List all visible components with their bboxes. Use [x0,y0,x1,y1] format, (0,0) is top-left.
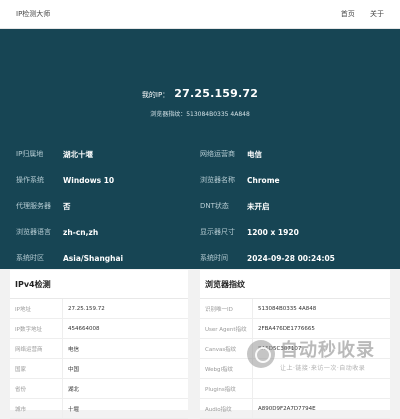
table-key: Webgl指纹 [200,358,253,379]
info-value: Asia/Shanghai [63,253,124,263]
fingerprint-line: 浏览器指纹：513084B0335 4A848 [150,111,250,118]
info-row: 代理服务器 否 DNT状态 未开启 [16,193,384,219]
info-cell: 浏览器名称 Chrome [200,175,384,185]
info-key: IP归属地 [16,150,44,158]
watermark-logo-icon [247,340,275,368]
table-value: 电信 [62,338,188,359]
info-value: Chrome [247,175,280,185]
table-value: 454664008 [62,318,188,339]
info-cell: 系统时区 Asia/Shanghai [16,253,200,263]
info-cell: 显示器尺寸 1200 x 1920 [200,227,384,237]
table-row: 城市 十堰 [10,398,188,419]
watermark: 自动秒收录 让上·链接·来访一次·自动收录 [247,336,393,380]
info-cell: DNT状态 未开启 [200,201,384,212]
top-nav: 首页 关于 [328,9,384,19]
info-value: 未开启 [247,201,270,211]
info-key: 浏览器语言 [16,228,51,236]
hero-panel: 我的IP： 27.25.159.72 浏览器指纹：513084B0335 4A8… [0,29,400,269]
table-row: 网络运营商 电信 [10,338,188,359]
info-cell: 系统时间 2024-09-28 00:24:05 [200,253,384,263]
info-cell: 代理服务器 否 [16,201,200,212]
info-key: 网络运营商 [200,150,235,158]
table-key: 网络运营商 [10,338,63,359]
nav-about-link[interactable]: 关于 [370,10,384,18]
info-value: 湖北十堰 [63,149,93,159]
table-key: 省份 [10,378,63,399]
table-value: A890D9F2A7D7794E [252,398,390,419]
info-value: 1200 x 1920 [247,227,299,237]
watermark-subtitle: 让上·链接·来访一次·自动收录 [280,365,366,372]
info-key: 系统时间 [200,254,228,262]
table-value: 27.25.159.72 [62,299,188,319]
info-cell: 浏览器语言 zh-cn,zh [16,227,200,237]
info-grid: IP归属地 湖北十堰 网络运营商 电信 操作系统 Windows 10 浏览器名称 Ch… [16,141,384,271]
info-row: 操作系统 Windows 10 浏览器名称 Chrome [16,167,384,193]
table-value: 十堰 [62,398,188,419]
table-key: 城市 [10,398,63,419]
ipv4-card-title: IPv4检测 [10,270,188,299]
table-key: 国家 [10,358,63,379]
info-value: zh-cn,zh [63,227,99,237]
fingerprint-card-title: 浏览器指纹 [200,270,390,299]
table-value [252,378,390,399]
table-value: 513084B0335 4A848 [252,299,390,319]
table-value: 湖北 [62,378,188,399]
table-value: 中国 [62,358,188,379]
table-row: IP地址 27.25.159.72 [10,299,188,319]
my-ip-value: 27.25.159.72 [174,87,259,100]
site-title[interactable]: IP检测大师 [16,9,50,19]
table-row: 国家 中国 [10,358,188,379]
info-key: 操作系统 [16,176,44,184]
info-row: 浏览器语言 zh-cn,zh 显示器尺寸 1200 x 1920 [16,219,384,245]
info-key: 浏览器名称 [200,176,235,184]
info-value: 否 [63,201,71,211]
info-cell: 操作系统 Windows 10 [16,175,200,185]
table-key: Audio指纹 [200,398,253,419]
table-row: 省份 湖北 [10,378,188,399]
table-key: Canvas指纹 [200,338,253,359]
table-key: 识别唯一ID [200,299,253,319]
info-key: 系统时区 [16,254,44,262]
my-ip-label: 我的IP： [141,91,170,99]
ipv4-table: IP地址 27.25.159.72 IP数字地址 454664008 网络运营商 电信… [10,299,188,419]
table-key: IP数字地址 [10,318,63,339]
watermark-title: 自动秒收录 [280,340,375,361]
info-value: Windows 10 [63,175,115,185]
table-row: Audio指纹 A890D9F2A7D7794E [200,398,390,419]
info-row: IP归属地 湖北十堰 网络运营商 电信 [16,141,384,167]
info-cell: IP归属地 湖北十堰 [16,149,200,160]
info-value: 电信 [247,149,262,159]
info-key: 显示器尺寸 [200,228,235,236]
top-bar: IP检测大师 首页 关于 [0,0,400,29]
my-ip-line: 我的IP： 27.25.159.72 [0,82,400,101]
info-key: 代理服务器 [16,202,51,210]
table-key: User Agent指纹 [200,318,253,339]
info-key: DNT状态 [200,202,229,210]
ipv4-card: IPv4检测 IP地址 27.25.159.72 IP数字地址 454664008 … [10,270,188,419]
info-value: 2024-09-28 00:24:05 [247,253,335,263]
table-row: IP数字地址 454664008 [10,318,188,339]
table-row: 识别唯一ID 513084B0335 4A848 [200,299,390,319]
info-row: 系统时区 Asia/Shanghai 系统时间 2024-09-28 00:24:0… [16,245,384,271]
table-key: IP地址 [10,299,63,319]
info-cell: 网络运营商 电信 [200,149,384,160]
table-key: Plugins指纹 [200,378,253,399]
nav-home-link[interactable]: 首页 [341,10,355,18]
table-row: Plugins指纹 [200,378,390,399]
